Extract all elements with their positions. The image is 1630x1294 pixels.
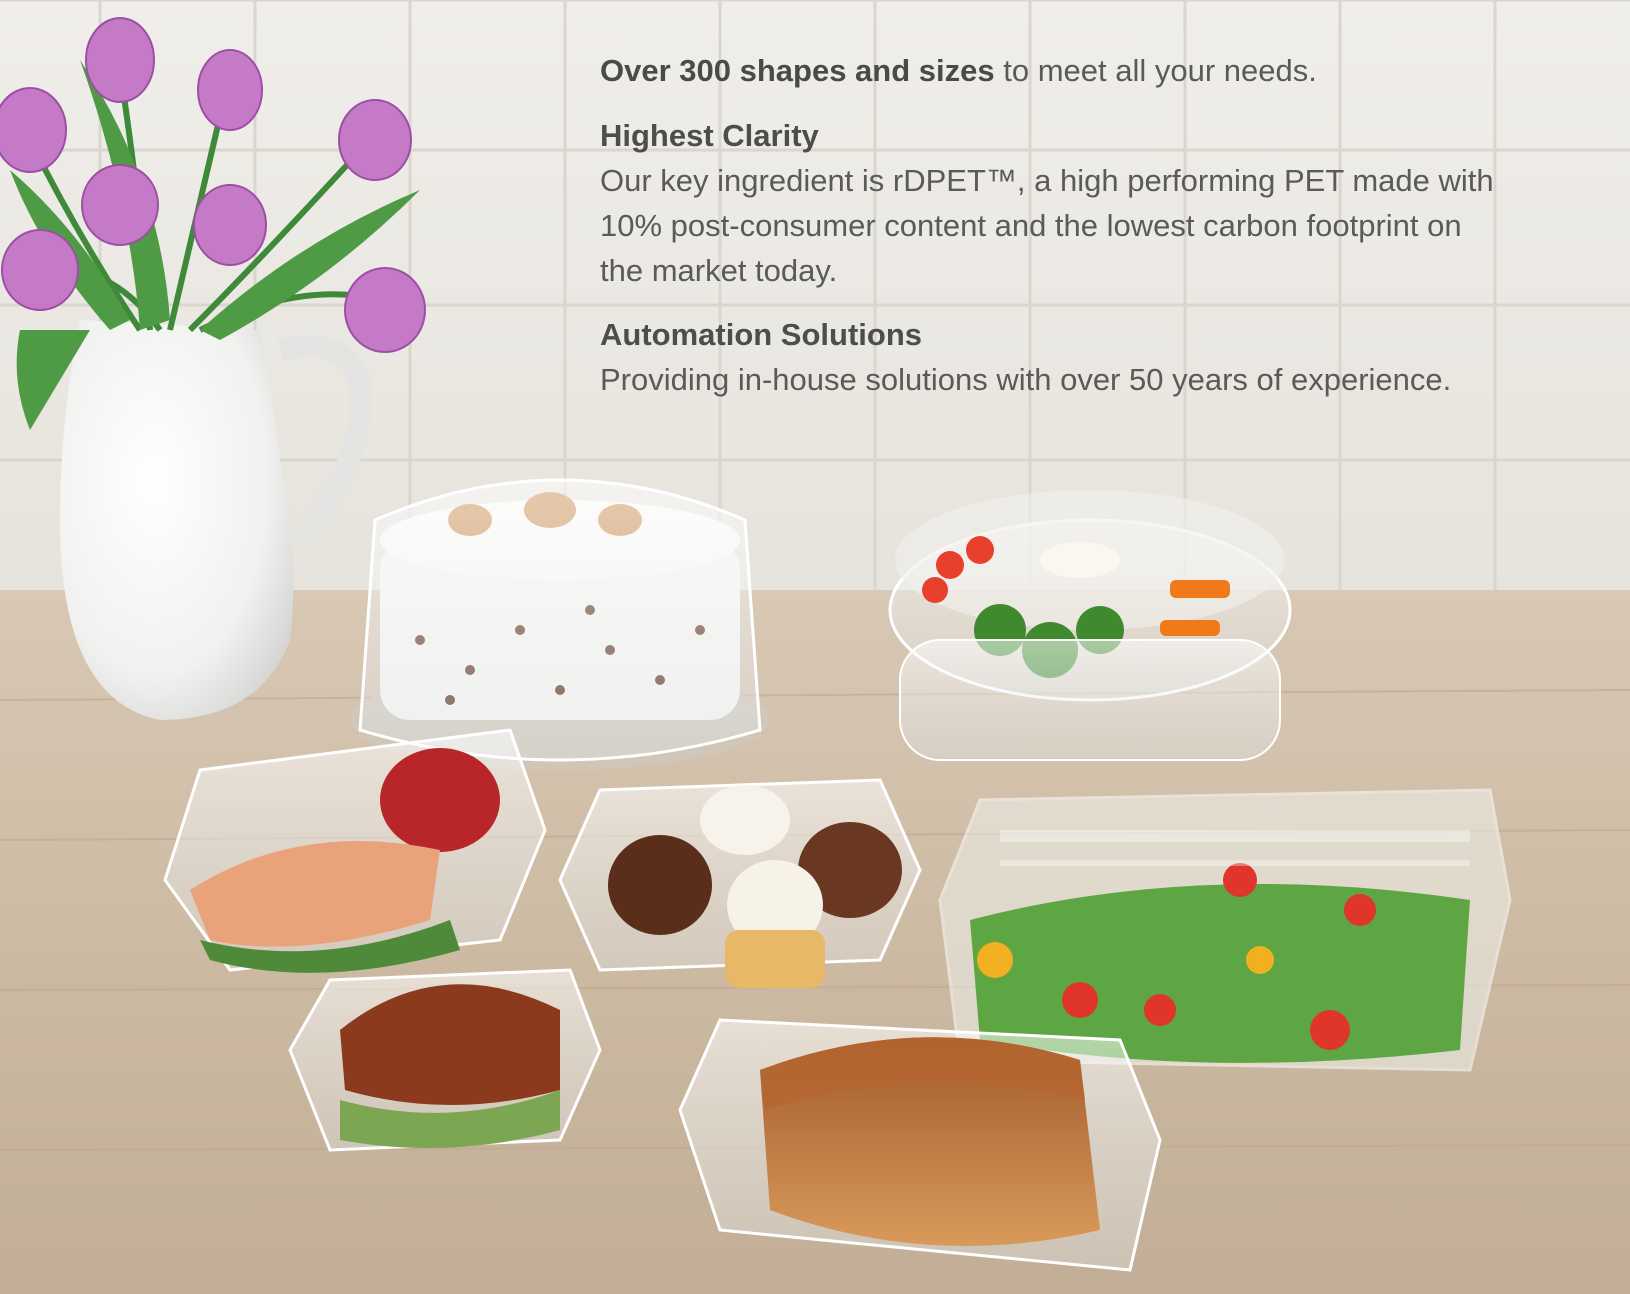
cupcake-container	[558, 778, 922, 988]
wrap-container	[163, 728, 547, 973]
salad-container	[938, 788, 1512, 1072]
intro-bold: Over 300 shapes and sizes	[600, 53, 995, 88]
veggie-tray-container	[888, 490, 1292, 761]
feature-text-block: Over 300 shapes and sizes to meet all yo…	[600, 48, 1500, 422]
intro-rest: to meet all your needs.	[994, 53, 1317, 88]
cake-container	[350, 478, 770, 770]
intro-line: Over 300 shapes and sizes to meet all yo…	[600, 48, 1500, 94]
section-body-clarity: Our key ingredient is rDPET™, a high per…	[600, 163, 1494, 288]
section-body-automation: Providing in-house solutions with over 5…	[600, 362, 1452, 397]
sandwich-container	[288, 968, 602, 1152]
loaf-container	[678, 1018, 1162, 1272]
section-heading-clarity: Highest Clarity	[600, 118, 819, 153]
section-heading-automation: Automation Solutions	[600, 317, 923, 352]
